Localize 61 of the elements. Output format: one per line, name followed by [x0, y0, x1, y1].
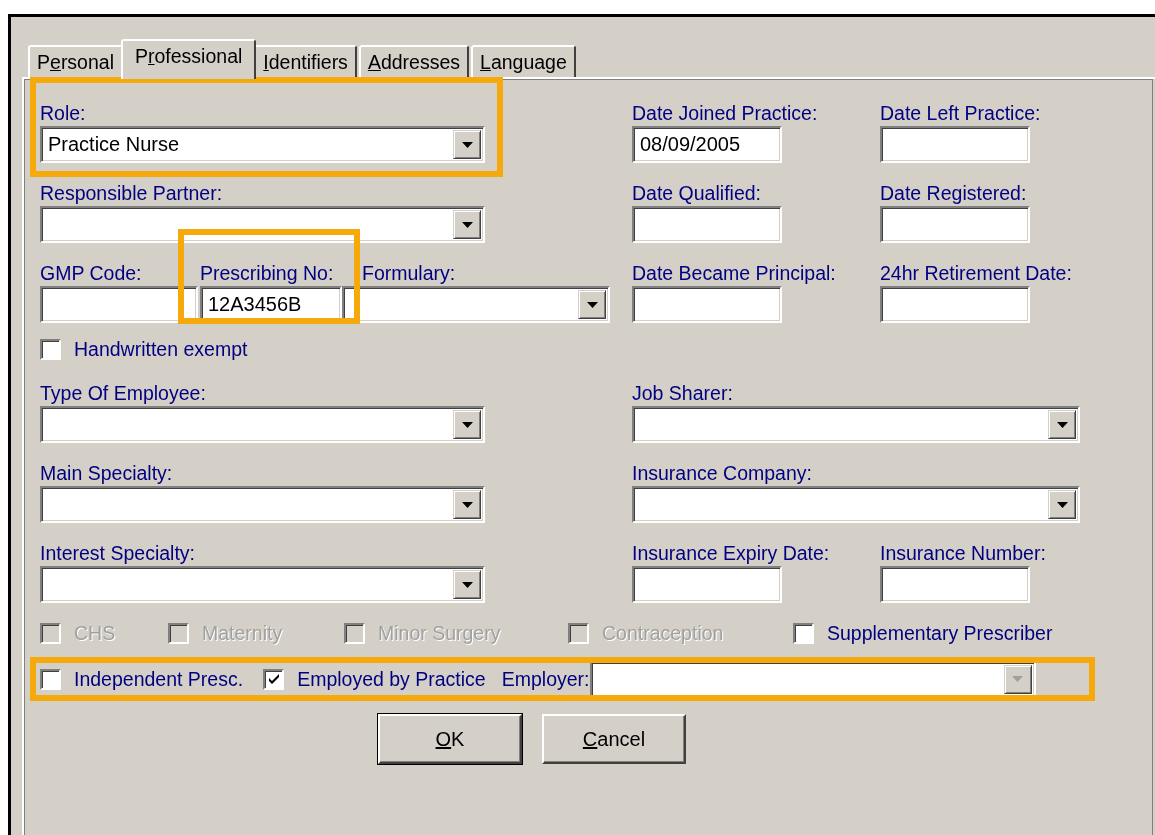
dropdown-arrow-icon — [461, 221, 473, 228]
dropdown[interactable] — [40, 566, 485, 603]
dropdown-arrow-icon — [1056, 421, 1068, 428]
field-label: Formulary: — [361, 263, 456, 283]
dropdown-arrow-icon — [461, 501, 473, 508]
text-field[interactable] — [880, 286, 1030, 323]
text-field[interactable] — [880, 566, 1030, 603]
checkbox[interactable] — [40, 338, 61, 360]
field-label: Responsible Partner: — [40, 183, 223, 203]
text-field[interactable] — [632, 286, 782, 323]
field-label: Role: — [40, 103, 86, 123]
tab[interactable]: Language — [471, 45, 576, 77]
dropdown[interactable] — [342, 286, 610, 323]
field-label: Main Specialty: — [40, 463, 173, 483]
field-label: 24hr Retirement Date: — [880, 263, 1072, 283]
checkbox-label: Supplementary Prescriber — [827, 621, 1053, 645]
checkbox[interactable] — [263, 668, 285, 690]
check-mark-icon — [266, 672, 281, 686]
checkbox-label: Employed by Practice — [297, 667, 486, 691]
dialog-button[interactable]: OK — [378, 714, 522, 764]
tab[interactable]: Professional — [121, 39, 257, 79]
text-field[interactable] — [880, 126, 1030, 163]
dropdown-arrow-icon — [586, 301, 598, 308]
dropdown-arrow-icon — [461, 421, 473, 428]
dropdown[interactable] — [632, 486, 1080, 523]
text-field[interactable] — [880, 206, 1030, 243]
field-label: Insurance Number: — [880, 543, 1046, 563]
dialog-button[interactable]: Cancel — [542, 714, 686, 764]
tab[interactable]: Personal — [28, 45, 123, 77]
field-label: Insurance Expiry Date: — [632, 543, 830, 563]
tab[interactable]: Addresses — [358, 45, 469, 77]
text-field[interactable] — [40, 286, 198, 323]
field-label: GMP Code: — [40, 263, 142, 283]
dropdown[interactable] — [632, 406, 1080, 443]
field-label: Interest Specialty: — [40, 543, 195, 563]
field-label: Date Became Principal: — [632, 263, 836, 283]
field-label: Prescribing No: — [200, 263, 334, 283]
dropdown-arrow-icon — [461, 141, 473, 148]
checkbox[interactable] — [40, 668, 61, 690]
dropdown-arrow-icon — [1012, 676, 1023, 682]
field-label: Job Sharer: — [632, 383, 733, 403]
dropdown[interactable] — [40, 486, 485, 523]
dropdown-arrow-icon — [461, 581, 473, 588]
checkbox-label: Independent Presc. — [74, 667, 244, 691]
checkbox-label: Handwritten exempt — [74, 337, 248, 361]
dropdown[interactable] — [40, 206, 485, 243]
dropdown[interactable]: Practice Nurse — [40, 126, 485, 163]
checkbox[interactable] — [793, 622, 814, 644]
tab[interactable]: Identifiers — [254, 45, 357, 77]
field-label: Employer: — [501, 669, 590, 689]
text-field[interactable]: 08/09/2005 — [632, 126, 782, 163]
text-field[interactable] — [632, 566, 782, 603]
field-label: Date Joined Practice: — [632, 103, 818, 123]
field-label: Type Of Employee: — [40, 383, 206, 403]
field-label: Date Qualified: — [632, 183, 761, 203]
dropdown[interactable] — [40, 406, 485, 443]
field-label: Date Registered: — [880, 183, 1027, 203]
text-field[interactable] — [632, 206, 782, 243]
field-label: Insurance Company: — [632, 463, 812, 483]
dropdown-arrow-icon — [1056, 501, 1068, 508]
field-label: Date Left Practice: — [880, 103, 1041, 123]
